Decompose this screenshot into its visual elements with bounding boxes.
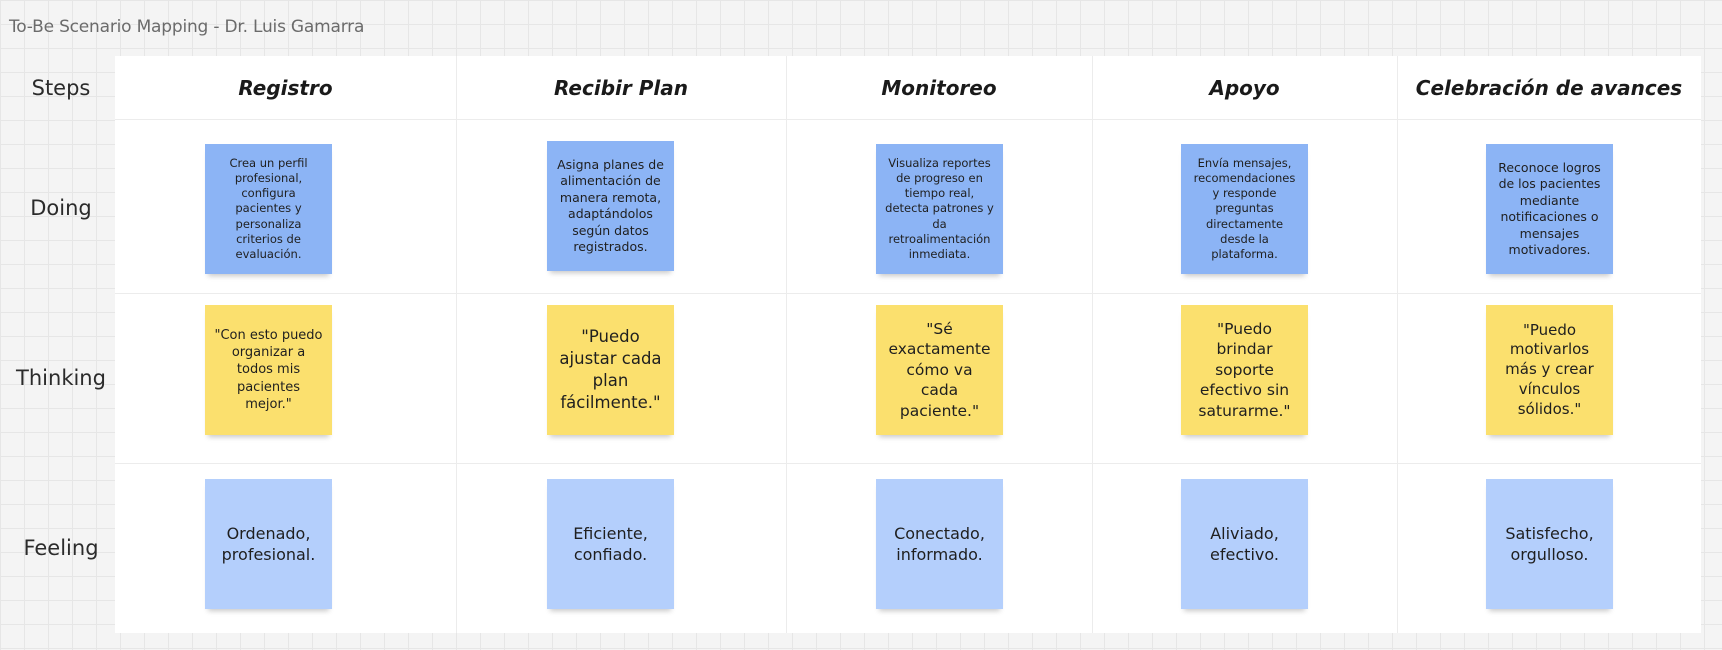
column-header-recibir-plan: Recibir Plan [554, 75, 688, 100]
sticky-feeling-recibir-plan[interactable]: Eficiente, confiado. [547, 479, 674, 609]
sticky-thinking-apoyo[interactable]: "Puedo brindar soporte efectivo sin satu… [1181, 305, 1308, 435]
sticky-doing-monitoreo[interactable]: Visualiza reportes de progreso en tiempo… [876, 144, 1003, 274]
sticky-feeling-apoyo[interactable]: Aliviado, efectivo. [1181, 479, 1308, 609]
sticky-doing-recibir-plan[interactable]: Asigna planes de alimentación de manera … [547, 141, 674, 271]
column-divider [786, 56, 787, 633]
sticky-thinking-recibir-plan[interactable]: "Puedo ajustar cada plan fácilmente." [547, 305, 674, 435]
column-header-registro: Registro [238, 75, 333, 100]
column-header-apoyo: Apoyo [1209, 75, 1280, 100]
sticky-doing-apoyo[interactable]: Envía mensajes, recomendaciones y respon… [1181, 144, 1308, 274]
row-label-thinking: Thinking [16, 366, 106, 390]
row-divider [115, 463, 1701, 464]
row-label-doing: Doing [30, 196, 92, 220]
sticky-thinking-monitoreo[interactable]: "Sé exactamente cómo va cada paciente." [876, 305, 1003, 435]
column-header-monitoreo: Monitoreo [881, 75, 997, 100]
sticky-feeling-celebracion[interactable]: Satisfecho, orgulloso. [1486, 479, 1613, 609]
sticky-feeling-registro[interactable]: Ordenado, profesional. [205, 479, 332, 609]
row-label-steps: Steps [31, 76, 91, 100]
column-divider [1092, 56, 1093, 633]
row-label-feeling: Feeling [23, 536, 99, 560]
row-divider [115, 293, 1701, 294]
column-header-celebracion: Celebración de avances [1415, 75, 1683, 100]
sticky-doing-registro[interactable]: Crea un perfil profesional, configura pa… [205, 144, 332, 274]
sticky-thinking-celebracion[interactable]: "Puedo motivarlos más y crear vínculos s… [1486, 305, 1613, 435]
sticky-doing-celebracion[interactable]: Reconoce logros de los pacientes mediant… [1486, 144, 1613, 274]
board-title: To-Be Scenario Mapping - Dr. Luis Gamarr… [9, 17, 365, 37]
column-divider [1397, 56, 1398, 633]
row-divider [115, 119, 1701, 120]
sticky-feeling-monitoreo[interactable]: Conectado, informado. [876, 479, 1003, 609]
column-divider [456, 56, 457, 633]
sticky-thinking-registro[interactable]: "Con esto puedo organizar a todos mis pa… [205, 305, 332, 435]
